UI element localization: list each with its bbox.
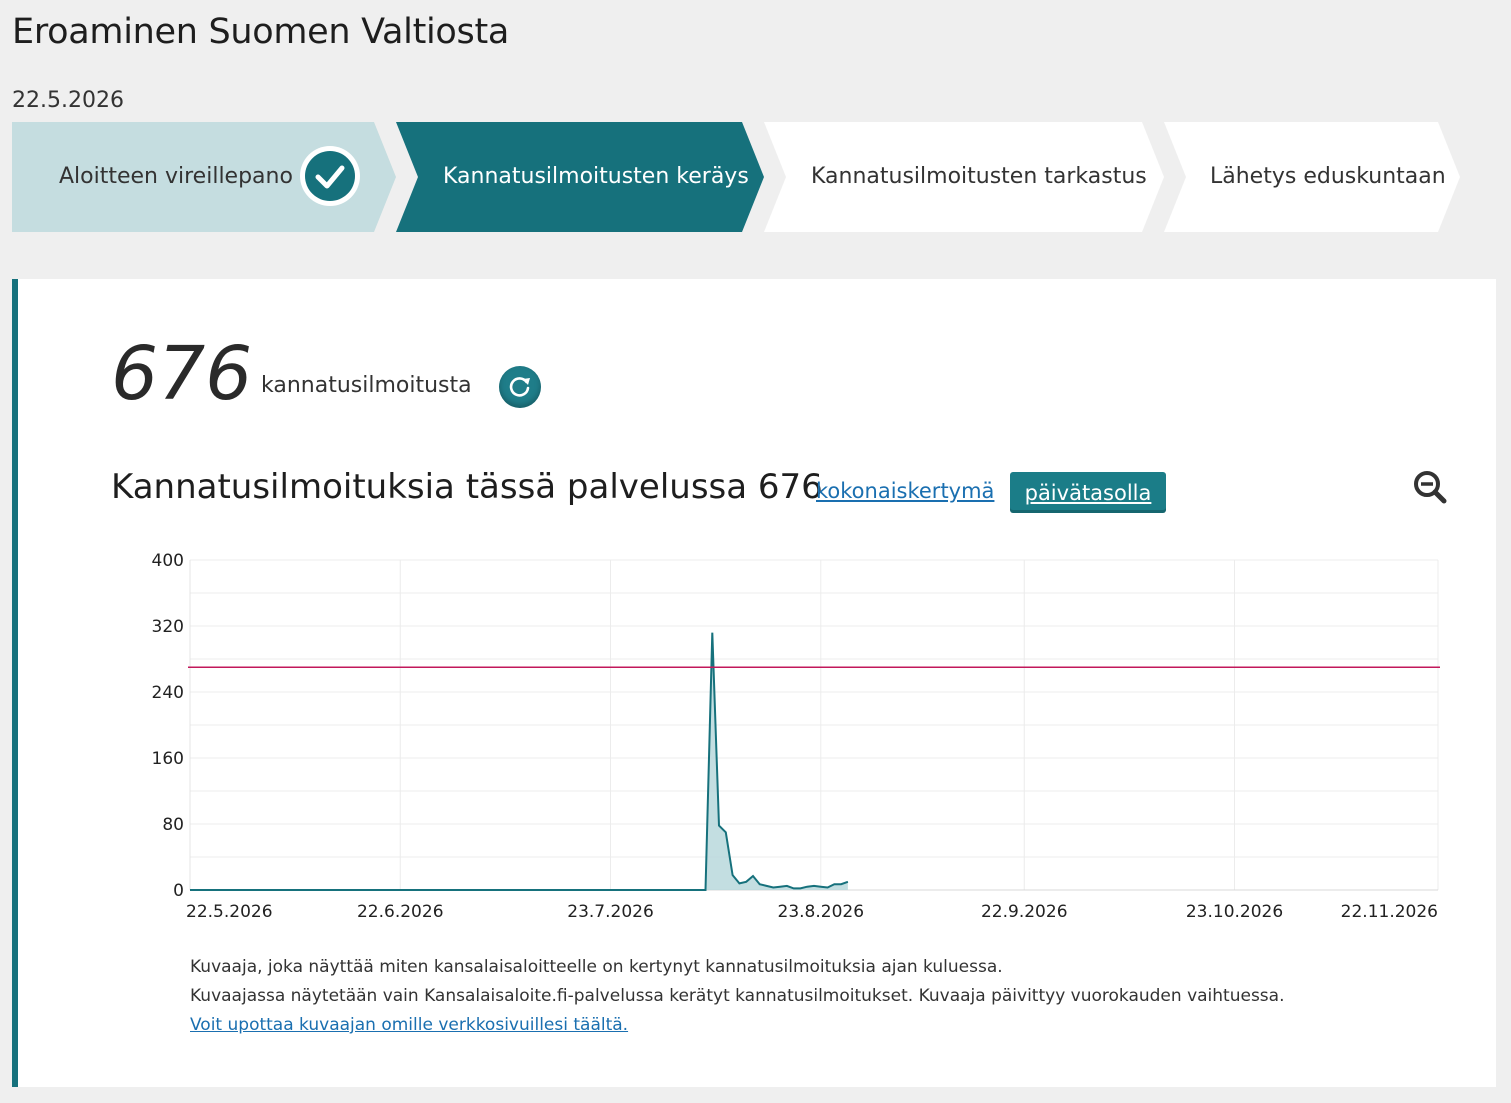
chart-caption-2: Kuvaajassa näytetään vain Kansalaisaloit… — [190, 986, 1285, 1006]
x-tick-label: 22.9.2026 — [981, 902, 1068, 922]
embed-chart-link[interactable]: Voit upottaa kuvaajan omille verkkosivui… — [190, 1015, 628, 1035]
step-4-label: Lähetys eduskuntaan — [1210, 164, 1446, 189]
y-tick-label: 80 — [162, 815, 184, 835]
series-area — [190, 632, 848, 890]
y-tick-label: 240 — [152, 683, 184, 703]
chart-caption-1: Kuvaaja, joka näyttää miten kansalaisalo… — [190, 957, 1003, 977]
x-tick-label: 23.10.2026 — [1186, 902, 1283, 922]
page-date: 22.5.2026 — [12, 88, 124, 113]
x-tick-label: 22.5.2026 — [186, 902, 273, 922]
check-icon — [300, 146, 360, 206]
step-1-label: Aloitteen vireillepano — [59, 164, 293, 189]
x-tick-label: 23.8.2026 — [778, 902, 865, 922]
y-tick-label: 400 — [152, 551, 184, 571]
support-panel: 676 kannatusilmoitusta Kannatusilmoituks… — [12, 279, 1496, 1087]
y-tick-label: 160 — [152, 749, 184, 769]
y-tick-label: 320 — [152, 617, 184, 637]
step-2-label: Kannatusilmoitusten keräys — [443, 164, 749, 189]
x-tick-label: 22.6.2026 — [357, 902, 444, 922]
series-line — [190, 632, 849, 891]
x-tick-label: 23.7.2026 — [567, 902, 654, 922]
progress-steps: Aloitteen vireillepano Kannatusilmoitust… — [12, 122, 1462, 232]
support-chart: 0 80 160 240 320 400 22.5.2026 22.6.2026 23.7.20… — [152, 551, 1440, 922]
step-3-label: Kannatusilmoitusten tarkastus — [811, 164, 1147, 189]
x-tick-label: 22.11.2026 — [1341, 902, 1438, 922]
page-title: Eroaminen Suomen Valtiosta — [12, 12, 510, 52]
y-tick-label: 0 — [173, 881, 184, 901]
